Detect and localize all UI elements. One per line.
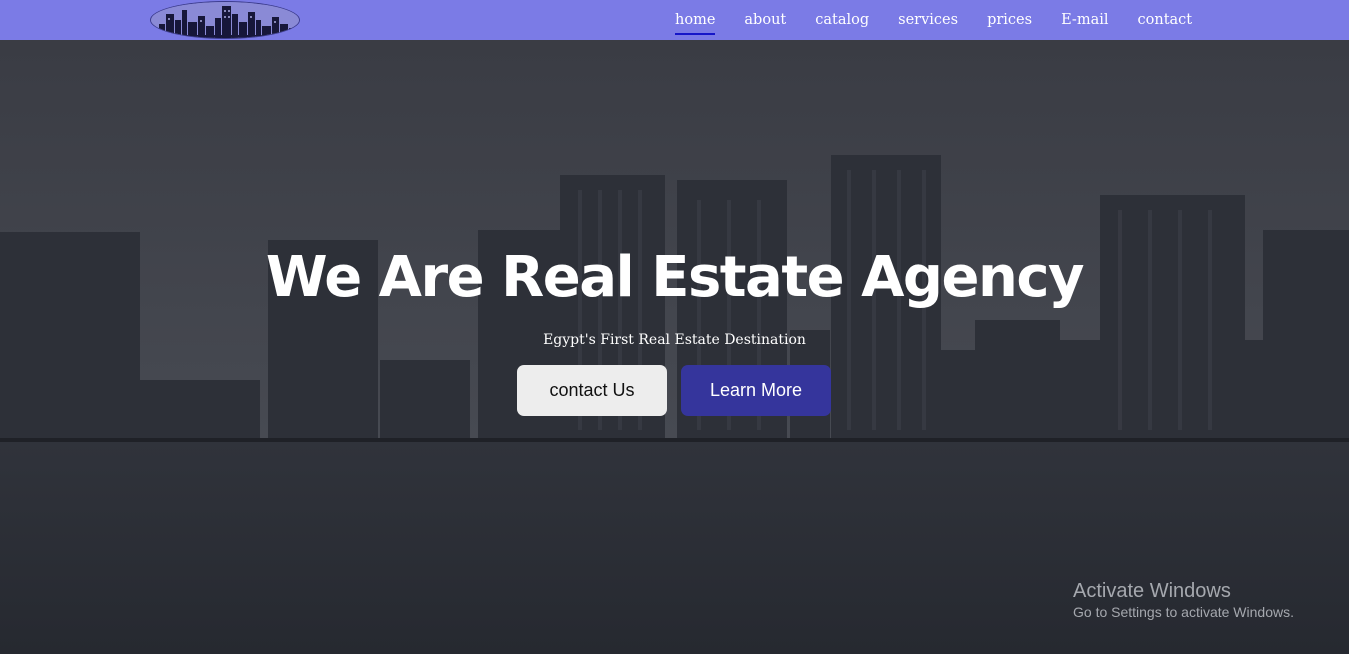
nav-links: home about catalog services prices E-mai… (675, 0, 1221, 40)
nav-contact[interactable]: contact (1138, 10, 1193, 30)
learn-more-button[interactable]: Learn More (681, 365, 831, 416)
navbar: home about catalog services prices E-mai… (0, 0, 1349, 40)
nav-home[interactable]: home (675, 10, 716, 35)
hero-subtitle: Egypt's First Real Estate Destination (543, 332, 806, 348)
nav-catalog[interactable]: catalog (815, 10, 869, 30)
nav-services[interactable]: services (898, 10, 958, 30)
nav-email[interactable]: E-mail (1061, 10, 1108, 30)
hero-title: We Are Real Estate Agency (265, 245, 1085, 310)
logo-city-skyline[interactable] (150, 1, 300, 39)
nav-prices[interactable]: prices (987, 10, 1032, 30)
hero-section: We Are Real Estate Agency Egypt's First … (0, 40, 1349, 654)
activate-windows-watermark: Activate Windows Go to Settings to activ… (1073, 580, 1294, 622)
nav-about[interactable]: about (744, 10, 786, 30)
contact-us-button[interactable]: contact Us (517, 365, 667, 416)
watermark-subtitle: Go to Settings to activate Windows. (1073, 604, 1294, 620)
watermark-title: Activate Windows (1073, 580, 1231, 602)
